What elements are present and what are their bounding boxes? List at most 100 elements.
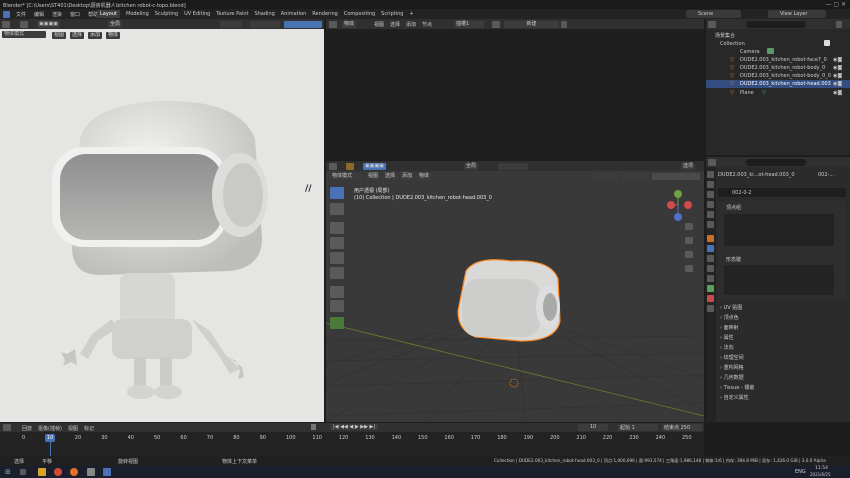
window-controls[interactable]: — ▢ ✕	[825, 1, 846, 8]
blender-taskbar-icon[interactable]	[70, 468, 78, 476]
current-frame-field[interactable]: 10	[578, 424, 608, 431]
outliner-type-icon[interactable]	[708, 20, 716, 28]
timeline-menu-marker[interactable]: 标记	[84, 425, 94, 432]
start-frame-field[interactable]: 起始 1	[618, 424, 658, 431]
main-select-mode-buttons[interactable]: ▣▣▣▣	[363, 162, 386, 170]
ortho-grid-icon[interactable]	[685, 265, 693, 272]
texture-tab-icon[interactable]	[707, 305, 714, 312]
node-menu-select[interactable]: 选择	[390, 21, 400, 28]
zoom-icon[interactable]	[685, 223, 693, 230]
section-tissue[interactable]: › Tissue - 镶嵌	[720, 384, 846, 393]
add-cube-tool-icon[interactable]	[330, 317, 344, 329]
menu-window[interactable]: 窗口	[70, 11, 80, 18]
viewport-shading-buttons[interactable]	[652, 173, 700, 180]
section-uv-maps[interactable]: › UV 贴图	[720, 304, 846, 313]
main-snap-toggle[interactable]	[498, 162, 528, 170]
object-type-dropdown[interactable]: 物体	[342, 20, 357, 28]
viewport-overlay-toggle[interactable]	[622, 173, 648, 180]
outliner-row-body-0[interactable]: ▽ DUDE2.003_kitchen_robot-body_0_0 ◉◙	[706, 72, 850, 79]
tool-tab-icon[interactable]	[707, 171, 714, 178]
options-dropdown[interactable]: 选项	[681, 162, 696, 170]
node-menu-add[interactable]: 添加	[406, 21, 416, 28]
tab-texture-paint[interactable]: Texture Paint	[216, 10, 248, 18]
viewport-gizmo-toggle[interactable]	[594, 173, 618, 180]
outliner-collection-row[interactable]: Collection	[706, 40, 850, 47]
visibility-eye-icon[interactable]: ◉◙	[833, 57, 842, 63]
playback-controls[interactable]: |◀ ◀◀ ◀ ▶ ▶▶ ▶|	[330, 424, 379, 430]
material-tab-icon[interactable]	[707, 295, 714, 302]
menu-file[interactable]: 文件	[16, 11, 26, 18]
main-menu-view[interactable]: 视图	[366, 173, 381, 180]
main-global-dropdown[interactable]: 全局	[464, 162, 479, 170]
outliner-search-input[interactable]	[746, 20, 806, 28]
filter-icon[interactable]	[836, 20, 842, 28]
playhead[interactable]: 10	[45, 434, 55, 442]
pin-icon[interactable]	[561, 20, 567, 28]
measure-tool-icon[interactable]	[330, 300, 344, 312]
tab-shading[interactable]: Shading	[254, 10, 274, 18]
move-tool-icon[interactable]	[330, 222, 344, 234]
pan-hand-icon[interactable]	[685, 237, 693, 244]
language-indicator[interactable]: ENG	[795, 469, 806, 475]
tab-sculpting[interactable]: Sculpting	[155, 10, 178, 18]
section-custom-properties[interactable]: › 自定义属性	[720, 394, 846, 403]
node-editor-type-icon[interactable]	[329, 20, 337, 28]
end-frame-field[interactable]: 结束点 250	[662, 424, 702, 431]
particles-tab-icon[interactable]	[707, 255, 714, 262]
section-normals[interactable]: › 法向	[720, 344, 846, 353]
shape-keys-title[interactable]: 形态键	[726, 256, 741, 263]
transform-tool-icon[interactable]	[330, 267, 344, 279]
timeline-menu-view[interactable]: 视图	[68, 425, 78, 432]
explorer-icon[interactable]	[38, 468, 46, 476]
world-tab-icon[interactable]	[707, 221, 714, 228]
collection-checkbox[interactable]	[824, 40, 830, 46]
tab-rendering[interactable]: Rendering	[312, 10, 338, 18]
scene-tab-icon[interactable]	[707, 211, 714, 218]
section-geometry-data[interactable]: › 几何数据	[720, 374, 846, 383]
mesh-name-field[interactable]: 002-0-2	[718, 188, 846, 197]
menu-render[interactable]: 渲染	[52, 11, 62, 18]
properties-type-icon[interactable]	[708, 158, 716, 166]
timeline-menu-keying[interactable]: 抠像(插帧)	[38, 425, 62, 432]
outliner-row-plane[interactable]: ▽ Plane ▽ ◉◙	[706, 89, 850, 96]
timeline[interactable]: 回放 抠像(插帧) 视图 标记 |◀ ◀◀ ◀ ▶ ▶▶ ▶| 10 起始 1 …	[0, 423, 704, 456]
section-texture-space[interactable]: › 纹理空间	[720, 354, 846, 363]
tab-compositing[interactable]: Compositing	[344, 10, 375, 18]
left-viewport[interactable]: ▣▣▣▣ 全局 物体模式 视图 选择 添加 物体 //	[0, 19, 324, 422]
vertex-groups-title[interactable]: 顶点组	[726, 204, 741, 211]
menu-edit[interactable]: 编辑	[34, 11, 44, 18]
section-attributes[interactable]: › 属性	[720, 334, 846, 343]
app-icon-2[interactable]	[103, 468, 111, 476]
clock-date[interactable]: 2021/6/25	[810, 472, 831, 477]
modifier-tab-icon[interactable]	[707, 245, 714, 252]
scene-selector[interactable]: Scene	[686, 10, 741, 18]
render-tab-icon[interactable]	[707, 181, 714, 188]
visibility-eye-icon[interactable]: ◉◙	[833, 65, 842, 71]
scale-tool-icon[interactable]	[330, 252, 344, 264]
output-tab-icon[interactable]	[707, 191, 714, 198]
outliner-row-camera[interactable]: Camera	[706, 48, 850, 55]
tab-modeling[interactable]: Modeling	[126, 10, 149, 18]
main-menu-select[interactable]: 选择	[383, 173, 398, 180]
pause-icon[interactable]: //	[305, 184, 312, 194]
outliner-row-face[interactable]: ▽ DUDE2.003_kitchen_robot-face7_0 ◉◙	[706, 56, 850, 63]
material-icon[interactable]	[492, 20, 500, 28]
blender-logo-icon[interactable]	[3, 10, 10, 18]
tab-scripting[interactable]: Scripting	[381, 10, 403, 18]
tab-animation[interactable]: Animation	[281, 10, 307, 18]
node-menu-node[interactable]: 节点	[422, 21, 432, 28]
clock-time[interactable]: 11:54	[815, 466, 828, 471]
tab-layout[interactable]: Layout	[97, 10, 120, 18]
visibility-eye-icon[interactable]: ◉◙	[833, 73, 842, 79]
timeline-menu-playback[interactable]: 回放	[22, 425, 32, 432]
outliner-row-body[interactable]: ▽ DUDE2.003_kitchen_robot-body_0 ◉◙	[706, 64, 850, 71]
record-icon[interactable]	[311, 424, 316, 430]
section-remesh[interactable]: › 重构网格	[720, 364, 846, 373]
visibility-eye-icon[interactable]: ◉◙	[833, 81, 842, 87]
mesh-data-tab-icon[interactable]	[707, 285, 714, 292]
timeline-type-icon[interactable]	[3, 424, 11, 431]
physics-tab-icon[interactable]	[707, 265, 714, 272]
search-icon[interactable]	[20, 469, 26, 475]
visibility-eye-icon[interactable]: ◉◙	[833, 90, 842, 96]
timeline-ruler[interactable]: 0 10 20 30 40 50 60 70 80 90 100 110 120 130 140 150 160…	[0, 435, 704, 445]
